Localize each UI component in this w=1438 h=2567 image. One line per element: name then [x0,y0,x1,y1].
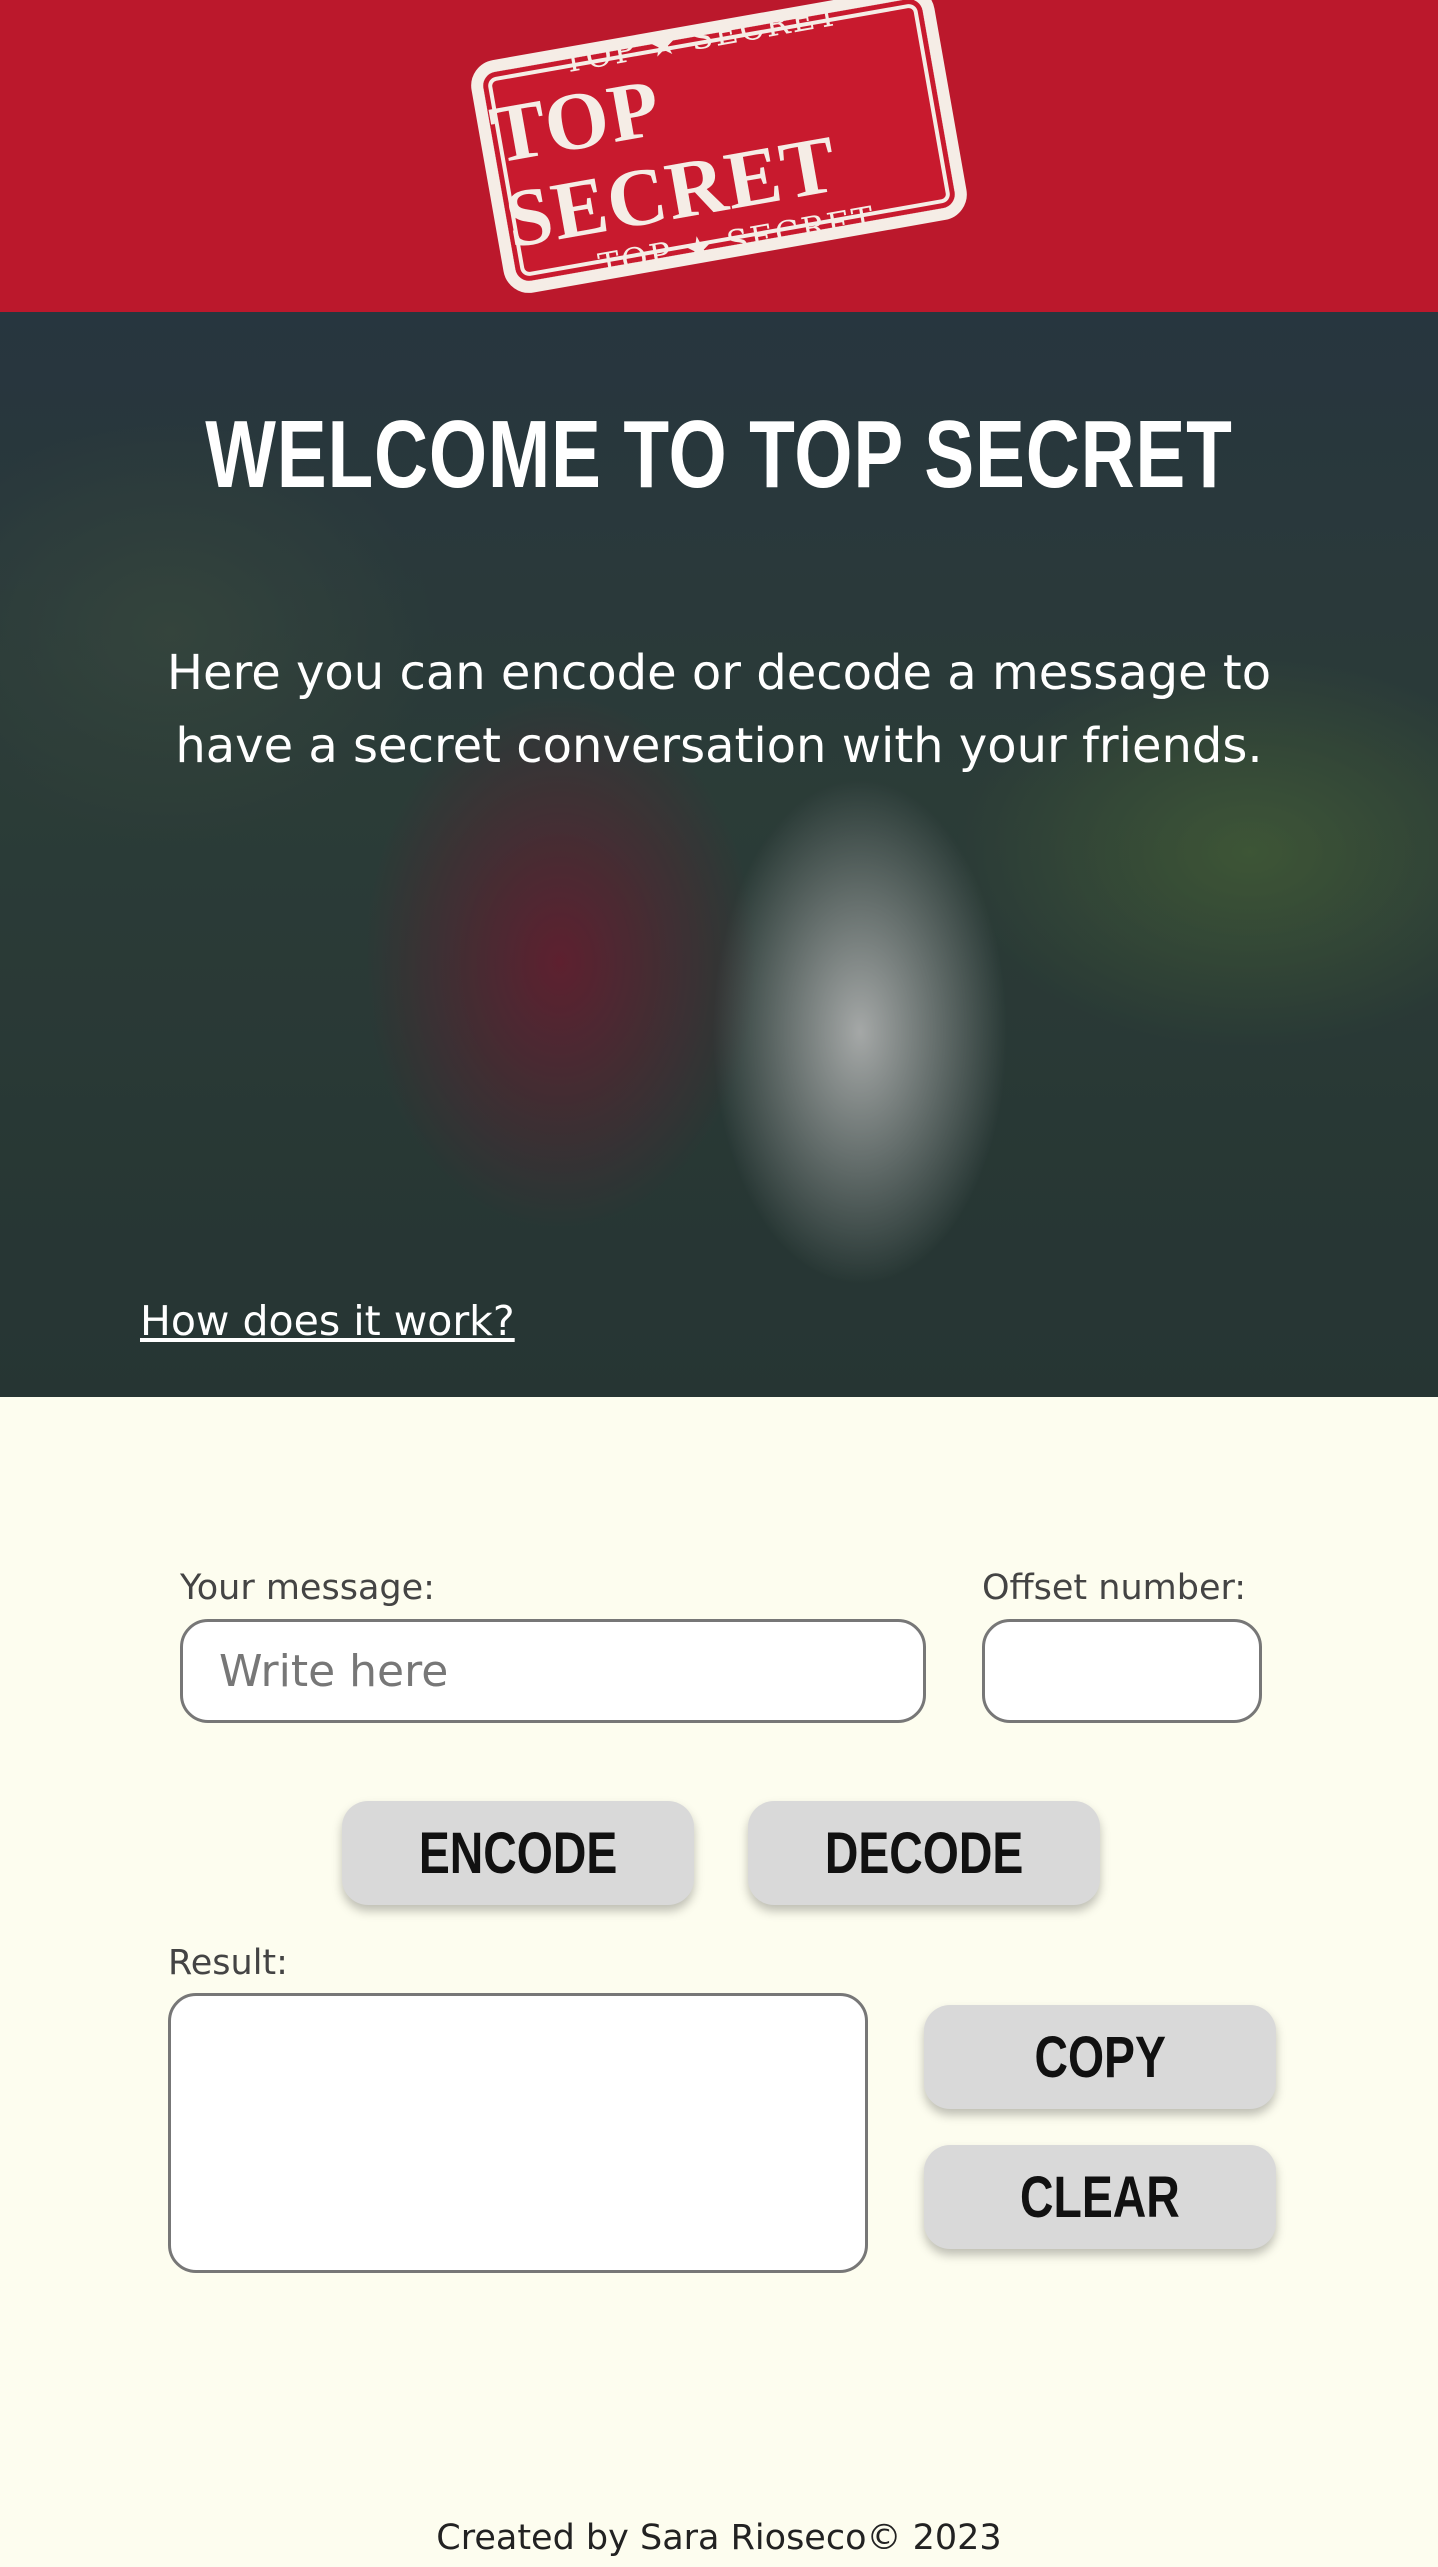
copy-button-label: COPY [1034,2024,1166,2090]
offset-input[interactable] [982,1619,1262,1723]
message-input[interactable] [180,1619,926,1723]
message-label: Your message: [180,1568,435,1608]
offset-label: Offset number: [982,1568,1247,1608]
how-it-works-link[interactable]: How does it work? [140,1297,515,1345]
footer-credit: Created by Sara Rioseco© 2023 [436,2518,1002,2558]
top-secret-logo: TOP ★ SECRET TOP SECRET TOP ★ SECRET [467,0,971,298]
site-header: TOP ★ SECRET TOP SECRET TOP ★ SECRET [0,0,1438,312]
decode-button[interactable]: DECODE [748,1801,1100,1905]
decode-button-label: DECODE [824,1820,1024,1886]
copy-button[interactable]: COPY [924,2005,1276,2109]
result-label: Result: [168,1943,288,1983]
clear-button[interactable]: CLEAR [924,2145,1276,2249]
encode-button[interactable]: ENCODE [342,1801,694,1905]
hero-description: Here you can encode or decode a message … [166,645,1272,774]
encode-button-label: ENCODE [418,1820,618,1886]
clear-button-label: CLEAR [1020,2164,1180,2230]
hero-title: WELCOME TO TOP SECRET [205,401,1233,508]
result-output[interactable] [168,1993,868,2273]
hero-section: WELCOME TO TOP SECRET Here you can encod… [0,312,1438,1397]
